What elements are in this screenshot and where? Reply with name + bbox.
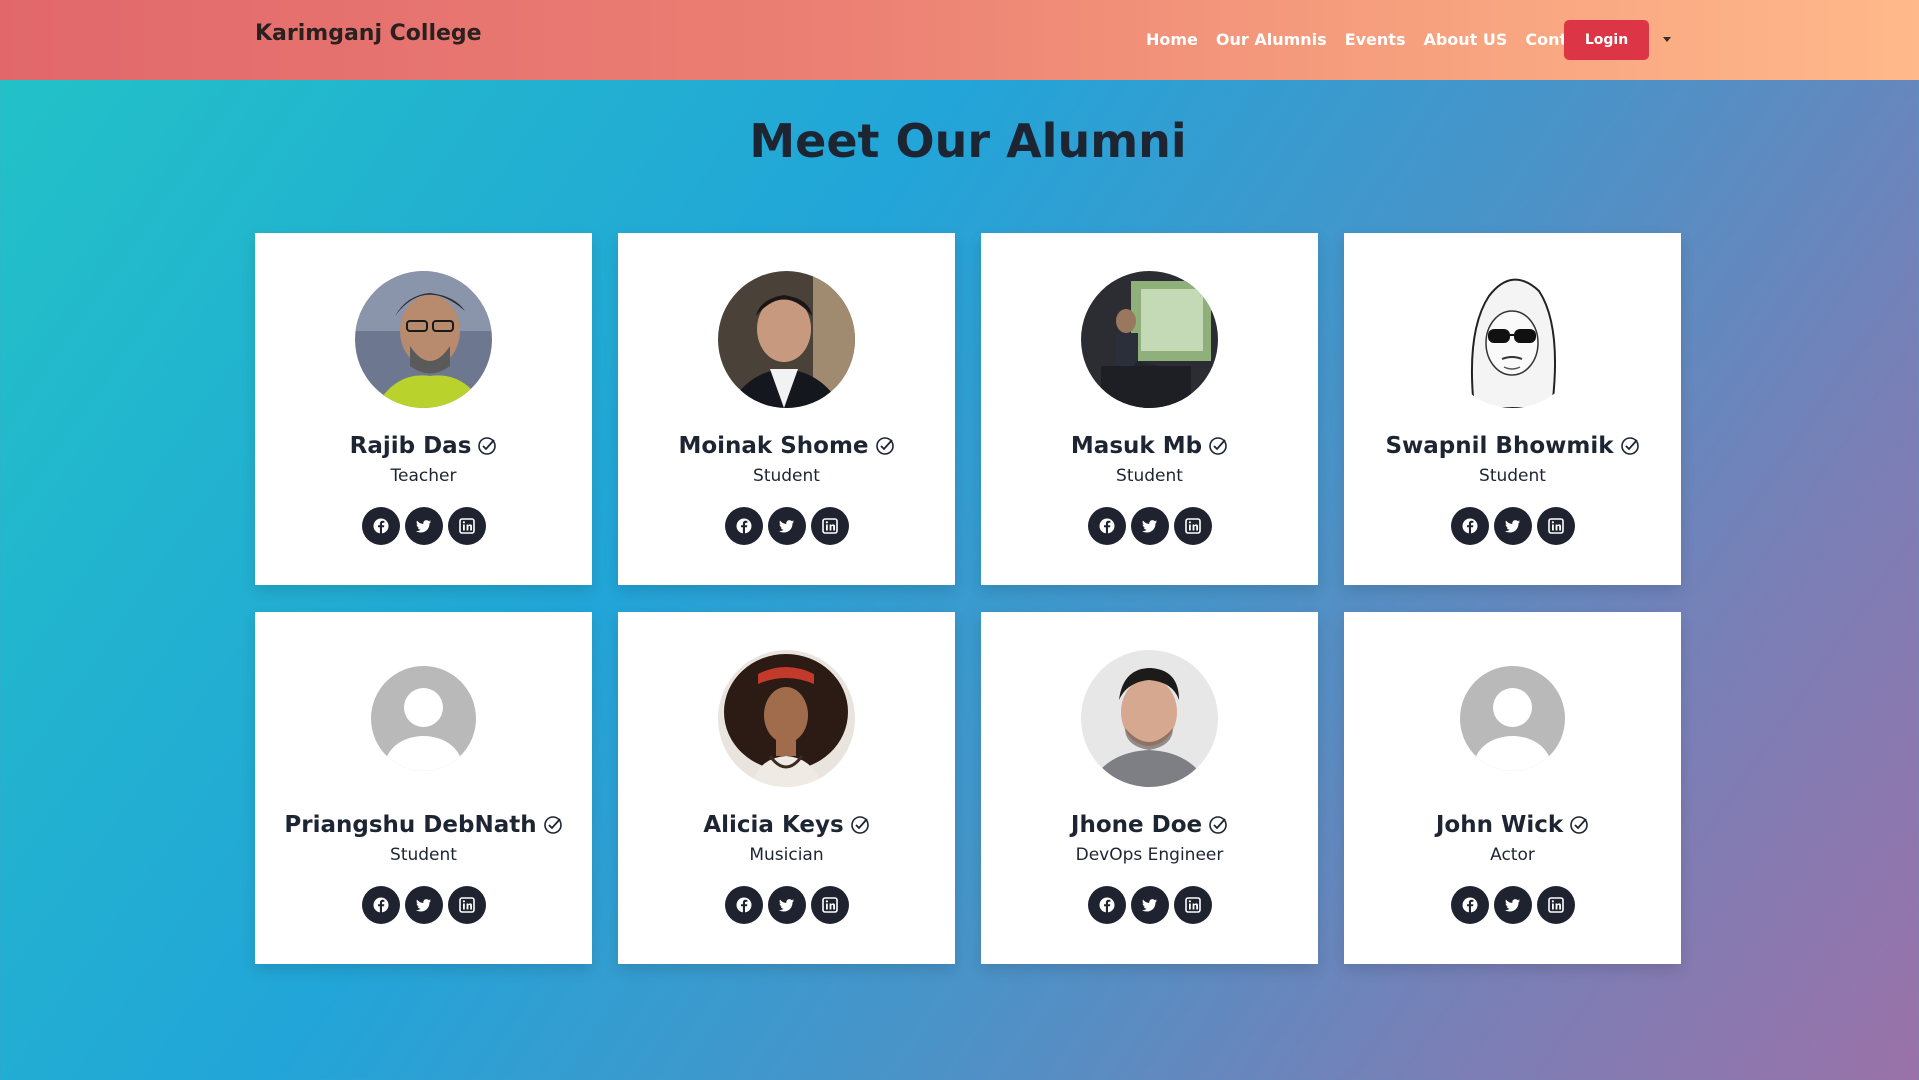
alumni-card: Priangshu DebNath Student bbox=[255, 612, 592, 964]
twitter-icon[interactable] bbox=[767, 886, 806, 924]
twitter-icon[interactable] bbox=[1130, 507, 1169, 545]
login-button[interactable]: Login bbox=[1564, 20, 1649, 60]
twitter-icon[interactable] bbox=[404, 507, 443, 545]
name-row: Priangshu DebNath bbox=[255, 812, 592, 838]
linkedin-icon[interactable] bbox=[1173, 886, 1212, 924]
avatar bbox=[1081, 271, 1218, 408]
linkedin-icon[interactable] bbox=[1536, 886, 1575, 924]
social-links bbox=[618, 886, 955, 924]
alumni-name: Masuk Mb bbox=[1070, 433, 1203, 459]
twitter-icon[interactable] bbox=[1130, 886, 1169, 924]
verified-check-icon bbox=[1209, 816, 1227, 834]
facebook-icon[interactable] bbox=[1450, 886, 1489, 924]
alumni-role: Actor bbox=[1490, 845, 1535, 865]
linkedin-icon[interactable] bbox=[810, 507, 849, 545]
alumni-role: DevOps Engineer bbox=[1075, 845, 1224, 865]
alumni-name: Priangshu DebNath bbox=[284, 812, 537, 838]
avatar-photo bbox=[718, 271, 855, 408]
alumni-role: Student bbox=[1116, 466, 1183, 486]
name-row: Jhone Doe bbox=[981, 812, 1318, 838]
alumni-role: Musician bbox=[749, 845, 824, 865]
default-user-icon bbox=[1444, 650, 1581, 787]
avatar-photo bbox=[718, 650, 855, 787]
alumni-card: Jhone Doe DevOps Engineer bbox=[981, 612, 1318, 964]
name-row: Masuk Mb bbox=[981, 433, 1318, 459]
nav-link-events[interactable]: Events bbox=[1345, 30, 1406, 49]
alumni-name: Jhone Doe bbox=[1070, 812, 1203, 838]
verified-check-icon bbox=[478, 437, 497, 455]
alumni-role: Student bbox=[753, 466, 820, 486]
facebook-icon[interactable] bbox=[724, 886, 763, 924]
name-row: Moinak Shome bbox=[618, 433, 955, 459]
facebook-icon[interactable] bbox=[361, 507, 400, 545]
linkedin-icon[interactable] bbox=[447, 886, 486, 924]
alumni-card: Alicia Keys Musician bbox=[618, 612, 955, 964]
alumni-name: Swapnil Bhowmik bbox=[1385, 433, 1614, 459]
avatar-photo bbox=[1081, 271, 1218, 408]
twitter-icon[interactable] bbox=[1493, 507, 1532, 545]
alumni-name: John Wick bbox=[1435, 812, 1564, 838]
linkedin-icon[interactable] bbox=[447, 507, 486, 545]
alumni-name: Moinak Shome bbox=[678, 433, 869, 459]
page-title: Meet Our Alumni bbox=[749, 114, 1187, 168]
dropdown-caret-icon[interactable] bbox=[1663, 37, 1671, 42]
verified-check-icon bbox=[1620, 437, 1639, 455]
twitter-icon[interactable] bbox=[767, 507, 806, 545]
name-row: Alicia Keys bbox=[618, 812, 955, 838]
linkedin-icon[interactable] bbox=[810, 886, 849, 924]
alumni-role: Student bbox=[390, 845, 457, 865]
avatar bbox=[718, 271, 855, 408]
linkedin-icon[interactable] bbox=[1536, 507, 1575, 545]
social-links bbox=[1344, 886, 1681, 924]
name-row: Swapnil Bhowmik bbox=[1344, 433, 1681, 459]
social-links bbox=[981, 507, 1318, 545]
verified-check-icon bbox=[1570, 816, 1588, 834]
facebook-icon[interactable] bbox=[361, 886, 400, 924]
avatar-photo bbox=[355, 271, 492, 408]
brand-logo-text[interactable]: Karimganj College bbox=[255, 21, 482, 46]
alumni-card: John Wick Actor bbox=[1344, 612, 1681, 964]
verified-check-icon bbox=[1209, 437, 1227, 455]
nav-links: Home Our Alumnis Events About US Contact bbox=[1146, 30, 1613, 49]
twitter-icon[interactable] bbox=[1493, 886, 1532, 924]
nav-link-our-alumnis[interactable]: Our Alumnis bbox=[1216, 30, 1327, 49]
alumni-grid: Rajib Das Teacher Moinak Shome Student M… bbox=[255, 233, 1681, 964]
avatar bbox=[718, 650, 855, 787]
social-links bbox=[618, 507, 955, 545]
top-navbar: Karimganj College Home Our Alumnis Event… bbox=[0, 0, 1919, 80]
avatar-photo bbox=[1081, 650, 1218, 787]
facebook-icon[interactable] bbox=[1087, 886, 1126, 924]
avatar bbox=[355, 271, 492, 408]
nav-link-about-us[interactable]: About US bbox=[1423, 30, 1507, 49]
alumni-role: Teacher bbox=[390, 466, 457, 486]
nav-link-home[interactable]: Home bbox=[1146, 30, 1198, 49]
linkedin-icon[interactable] bbox=[1173, 507, 1212, 545]
verified-check-icon bbox=[875, 437, 894, 455]
name-row: Rajib Das bbox=[255, 433, 592, 459]
facebook-icon[interactable] bbox=[724, 507, 763, 545]
avatar bbox=[1444, 271, 1581, 408]
social-links bbox=[981, 886, 1318, 924]
alumni-card: Masuk Mb Student bbox=[981, 233, 1318, 585]
verified-check-icon bbox=[850, 816, 869, 834]
social-links bbox=[1344, 507, 1681, 545]
alumni-name: Alicia Keys bbox=[703, 812, 844, 838]
twitter-icon[interactable] bbox=[404, 886, 443, 924]
facebook-icon[interactable] bbox=[1450, 507, 1489, 545]
alumni-card: Rajib Das Teacher bbox=[255, 233, 592, 585]
name-row: John Wick bbox=[1344, 812, 1681, 838]
alumni-role: Student bbox=[1479, 466, 1546, 486]
verified-check-icon bbox=[543, 816, 562, 834]
alumni-card: Moinak Shome Student bbox=[618, 233, 955, 585]
avatar-sketch bbox=[1444, 271, 1581, 408]
avatar bbox=[1081, 650, 1218, 787]
facebook-icon[interactable] bbox=[1087, 507, 1126, 545]
default-user-icon bbox=[355, 650, 492, 787]
alumni-card: Swapnil Bhowmik Student bbox=[1344, 233, 1681, 585]
social-links bbox=[255, 886, 592, 924]
alumni-name: Rajib Das bbox=[349, 433, 472, 459]
social-links bbox=[255, 507, 592, 545]
